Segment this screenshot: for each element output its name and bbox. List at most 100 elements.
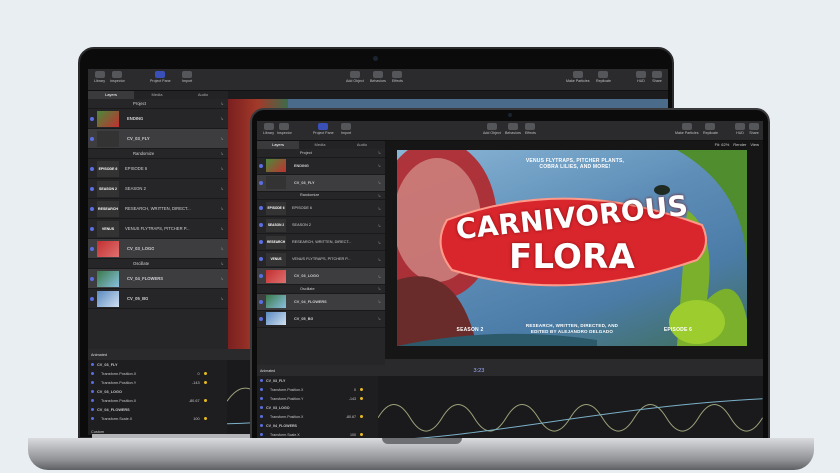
timeline-param-value[interactable]: -143 [176, 381, 200, 385]
share-button[interactable]: Share [652, 71, 662, 83]
add-object-button[interactable]: Add Object [483, 123, 501, 135]
layer-row[interactable]: CV_04_FLOWERS ↳ [257, 293, 385, 311]
library-button[interactable]: Library [263, 123, 274, 135]
keyframe-icon[interactable] [203, 372, 207, 375]
enable-dot-icon[interactable] [260, 406, 263, 409]
layer-row[interactable]: Project ↳ [257, 149, 385, 158]
enable-dot-icon[interactable] [91, 390, 94, 393]
layer-row[interactable]: Randomize ↳ [257, 192, 385, 200]
timeline-row[interactable]: CV_03_FLY [257, 376, 368, 385]
layer-enable-checkbox[interactable] [90, 186, 94, 191]
make-particles-button[interactable]: Make Particles [675, 123, 699, 135]
make-particles-button[interactable]: Make Particles [566, 71, 590, 83]
layer-arrow-icon[interactable]: ↳ [378, 299, 381, 304]
layer-arrow-icon[interactable]: ↳ [378, 163, 381, 168]
layer-row[interactable]: CV_03_LOGO ↳ [88, 239, 228, 259]
layer-arrow-icon[interactable]: ↳ [378, 180, 381, 185]
layer-row[interactable]: VENUS VENUS FLYTRAPS, PITCHER P... ↳ [257, 251, 385, 268]
layer-row[interactable]: EPISODE 6 EPISODE 6 ↳ [257, 200, 385, 217]
timeline-row[interactable]: Transform.Position.Y -143 [257, 394, 368, 403]
layer-enable-checkbox[interactable] [259, 299, 263, 304]
timeline-filter-label[interactable]: Animated [260, 369, 275, 373]
render-label[interactable]: Render [733, 142, 746, 147]
layer-arrow-icon[interactable]: ↳ [220, 226, 224, 231]
enable-dot-icon[interactable] [91, 408, 94, 411]
behaviors-button[interactable]: Behaviors [505, 123, 521, 135]
layer-enable-checkbox[interactable] [90, 136, 94, 141]
timeline-filter-label[interactable]: Animated [91, 353, 107, 357]
enable-dot-icon[interactable] [260, 388, 263, 391]
layer-row[interactable]: CV_05_BG ↳ [257, 311, 385, 328]
tab-layers[interactable]: Layers [88, 91, 134, 99]
layer-row[interactable]: CV_04_FLOWERS ↳ [88, 269, 228, 289]
layer-arrow-icon[interactable]: ↳ [378, 274, 381, 279]
layer-enable-checkbox[interactable] [259, 240, 263, 244]
layer-arrow-icon[interactable]: ↳ [378, 316, 381, 321]
layer-arrow-icon[interactable]: ↳ [220, 276, 224, 281]
timeline-row[interactable]: Transform.Position.X 0 [257, 385, 368, 394]
timecode-display[interactable]: 3:23 [473, 368, 484, 374]
layer-row[interactable]: CV_05_BG ↳ [88, 289, 228, 309]
layer-enable-checkbox[interactable] [259, 223, 263, 227]
layer-row[interactable]: RESEARCH RESEARCH, WRITTEN, DIRECT... ↳ [257, 234, 385, 251]
layer-enable-checkbox[interactable] [90, 116, 94, 121]
tab-audio[interactable]: Audio [180, 91, 226, 99]
layer-enable-checkbox[interactable] [259, 206, 263, 210]
layer-arrow-icon[interactable]: ↳ [378, 223, 381, 228]
enable-dot-icon[interactable] [260, 415, 263, 418]
import-button[interactable]: Import [341, 123, 351, 135]
layer-enable-checkbox[interactable] [259, 180, 263, 185]
view-label[interactable]: View [750, 142, 759, 147]
layer-arrow-icon[interactable]: ↳ [220, 206, 224, 211]
timeline-row[interactable]: Transform.Position.X -80.67 [257, 412, 368, 421]
layer-arrow-icon[interactable]: ↳ [378, 206, 381, 211]
animation-curve[interactable] [378, 404, 763, 432]
layer-enable-checkbox[interactable] [90, 276, 94, 281]
timeline-row[interactable]: CV_04_FLOWERS [257, 421, 368, 430]
tab-layers[interactable]: Layers [257, 141, 299, 149]
hud-button[interactable]: HUD [636, 71, 646, 83]
fit-label[interactable]: Fit: 62% [715, 142, 730, 147]
layer-enable-checkbox[interactable] [259, 163, 263, 168]
layer-enable-checkbox[interactable] [90, 246, 94, 251]
enable-dot-icon[interactable] [260, 397, 263, 400]
enable-dot-icon[interactable] [91, 372, 94, 375]
enable-dot-icon[interactable] [91, 381, 94, 384]
timeline-param-value[interactable]: 0 [176, 372, 199, 376]
timeline-row[interactable]: CV_04_FLOWERS [88, 405, 216, 414]
keyframe-icon[interactable] [360, 415, 363, 418]
layer-arrow-icon[interactable]: ↳ [220, 166, 224, 171]
project-pane-button[interactable]: Project Pane [313, 123, 334, 135]
layer-row[interactable]: Randomize ↳ [88, 149, 228, 159]
timeline-row[interactable]: CV_03_LOGO [88, 387, 216, 396]
layer-arrow-icon[interactable]: ↳ [220, 151, 224, 156]
effects-button[interactable]: Effects [525, 123, 536, 135]
timeline-row[interactable]: Transform.Position.X 0 [88, 369, 216, 378]
timeline-param-value[interactable]: 100 [336, 433, 356, 437]
layer-row[interactable]: SEASON 2 SEASON 2 ↳ [257, 217, 385, 234]
layer-arrow-icon[interactable]: ↳ [220, 186, 224, 191]
share-button[interactable]: Share [749, 123, 759, 135]
keyframe-icon[interactable] [360, 433, 363, 436]
layer-row[interactable]: ENDING ↳ [257, 158, 385, 175]
inspector-button[interactable]: Inspector [110, 71, 125, 83]
enable-dot-icon[interactable] [91, 363, 94, 366]
layer-arrow-icon[interactable]: ↳ [220, 136, 224, 141]
timeline-param-value[interactable]: 0 [336, 388, 356, 392]
keyframe-icon[interactable] [203, 417, 207, 420]
layer-arrow-icon[interactable]: ↳ [378, 150, 381, 155]
layer-arrow-icon[interactable]: ↳ [220, 101, 224, 106]
tab-media[interactable]: Media [299, 141, 341, 149]
layer-row[interactable]: Oscillate ↳ [257, 285, 385, 294]
timeline-row[interactable]: Transform.Position.X -80.67 [88, 396, 216, 405]
import-button[interactable]: Import [182, 71, 192, 83]
layer-enable-checkbox[interactable] [259, 316, 263, 321]
layer-row[interactable]: RESEARCH RESEARCH, WRITTEN, DIRECT... ↳ [88, 199, 228, 219]
layer-arrow-icon[interactable]: ↳ [220, 116, 224, 121]
layer-enable-checkbox[interactable] [259, 274, 263, 278]
layer-row[interactable]: ENDING ↳ [88, 109, 228, 129]
layer-row[interactable]: Oscillate ↳ [88, 259, 228, 269]
layer-row[interactable]: CV_03_LOGO ↳ [257, 268, 385, 285]
project-pane-button[interactable]: Project Pane [150, 71, 171, 83]
enable-dot-icon[interactable] [260, 379, 263, 382]
